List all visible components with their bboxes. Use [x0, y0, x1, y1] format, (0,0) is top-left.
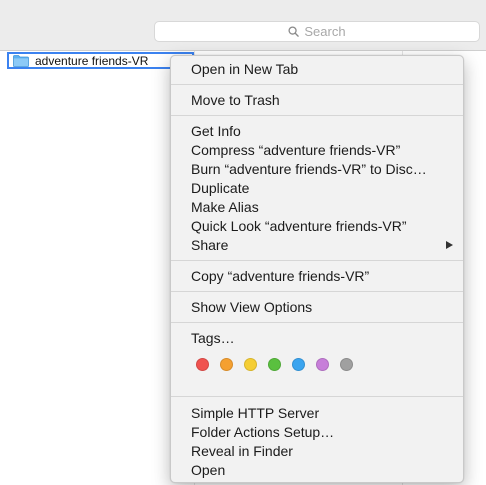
- menu-separator: [171, 260, 463, 261]
- menu-item-tags[interactable]: Tags…: [171, 329, 463, 348]
- tag-dot-yellow[interactable]: [244, 358, 257, 371]
- tag-dot-gray[interactable]: [340, 358, 353, 371]
- context-menu: Open in New Tab Move to Trash Get Info C…: [170, 55, 464, 483]
- tag-dot-red[interactable]: [196, 358, 209, 371]
- menu-separator: [171, 291, 463, 292]
- menu-item-compress[interactable]: Compress “adventure friends-VR”: [171, 141, 463, 160]
- menu-item-show-view-options[interactable]: Show View Options: [171, 298, 463, 317]
- menu-item-get-info[interactable]: Get Info: [171, 122, 463, 141]
- menu-item-move-to-trash[interactable]: Move to Trash: [171, 91, 463, 110]
- menu-item-make-alias[interactable]: Make Alias: [171, 198, 463, 217]
- tag-dot-orange[interactable]: [220, 358, 233, 371]
- menu-item-duplicate[interactable]: Duplicate: [171, 179, 463, 198]
- finder-toolbar: Search: [0, 0, 486, 51]
- search-placeholder: Search: [304, 24, 346, 39]
- file-item-selected[interactable]: adventure friends-VR: [7, 52, 194, 69]
- tag-dot-green[interactable]: [268, 358, 281, 371]
- search-field[interactable]: Search: [154, 21, 480, 42]
- file-name: adventure friends-VR: [35, 53, 149, 68]
- magnifier-icon: [288, 26, 300, 37]
- folder-icon: [13, 54, 29, 67]
- menu-separator: [171, 322, 463, 323]
- menu-item-share-label: Share: [191, 237, 229, 253]
- menu-item-share[interactable]: Share: [171, 236, 463, 255]
- menu-item-open-in-new-tab[interactable]: Open in New Tab: [171, 60, 463, 79]
- tag-dot-purple[interactable]: [316, 358, 329, 371]
- menu-separator: [171, 115, 463, 116]
- tag-dot-blue[interactable]: [292, 358, 305, 371]
- menu-item-simple-http-server[interactable]: Simple HTTP Server: [171, 404, 463, 423]
- submenu-arrow-icon: [446, 241, 453, 249]
- menu-item-copy[interactable]: Copy “adventure friends-VR”: [171, 267, 463, 286]
- menu-item-quick-look[interactable]: Quick Look “adventure friends-VR”: [171, 217, 463, 236]
- menu-item-reveal-in-finder[interactable]: Reveal in Finder: [171, 442, 463, 461]
- menu-item-open[interactable]: Open: [171, 461, 463, 480]
- menu-item-burn-to-disc[interactable]: Burn “adventure friends-VR” to Disc…: [171, 160, 463, 179]
- menu-item-folder-actions-setup[interactable]: Folder Actions Setup…: [171, 423, 463, 442]
- menu-separator: [171, 84, 463, 85]
- menu-separator: [171, 396, 463, 397]
